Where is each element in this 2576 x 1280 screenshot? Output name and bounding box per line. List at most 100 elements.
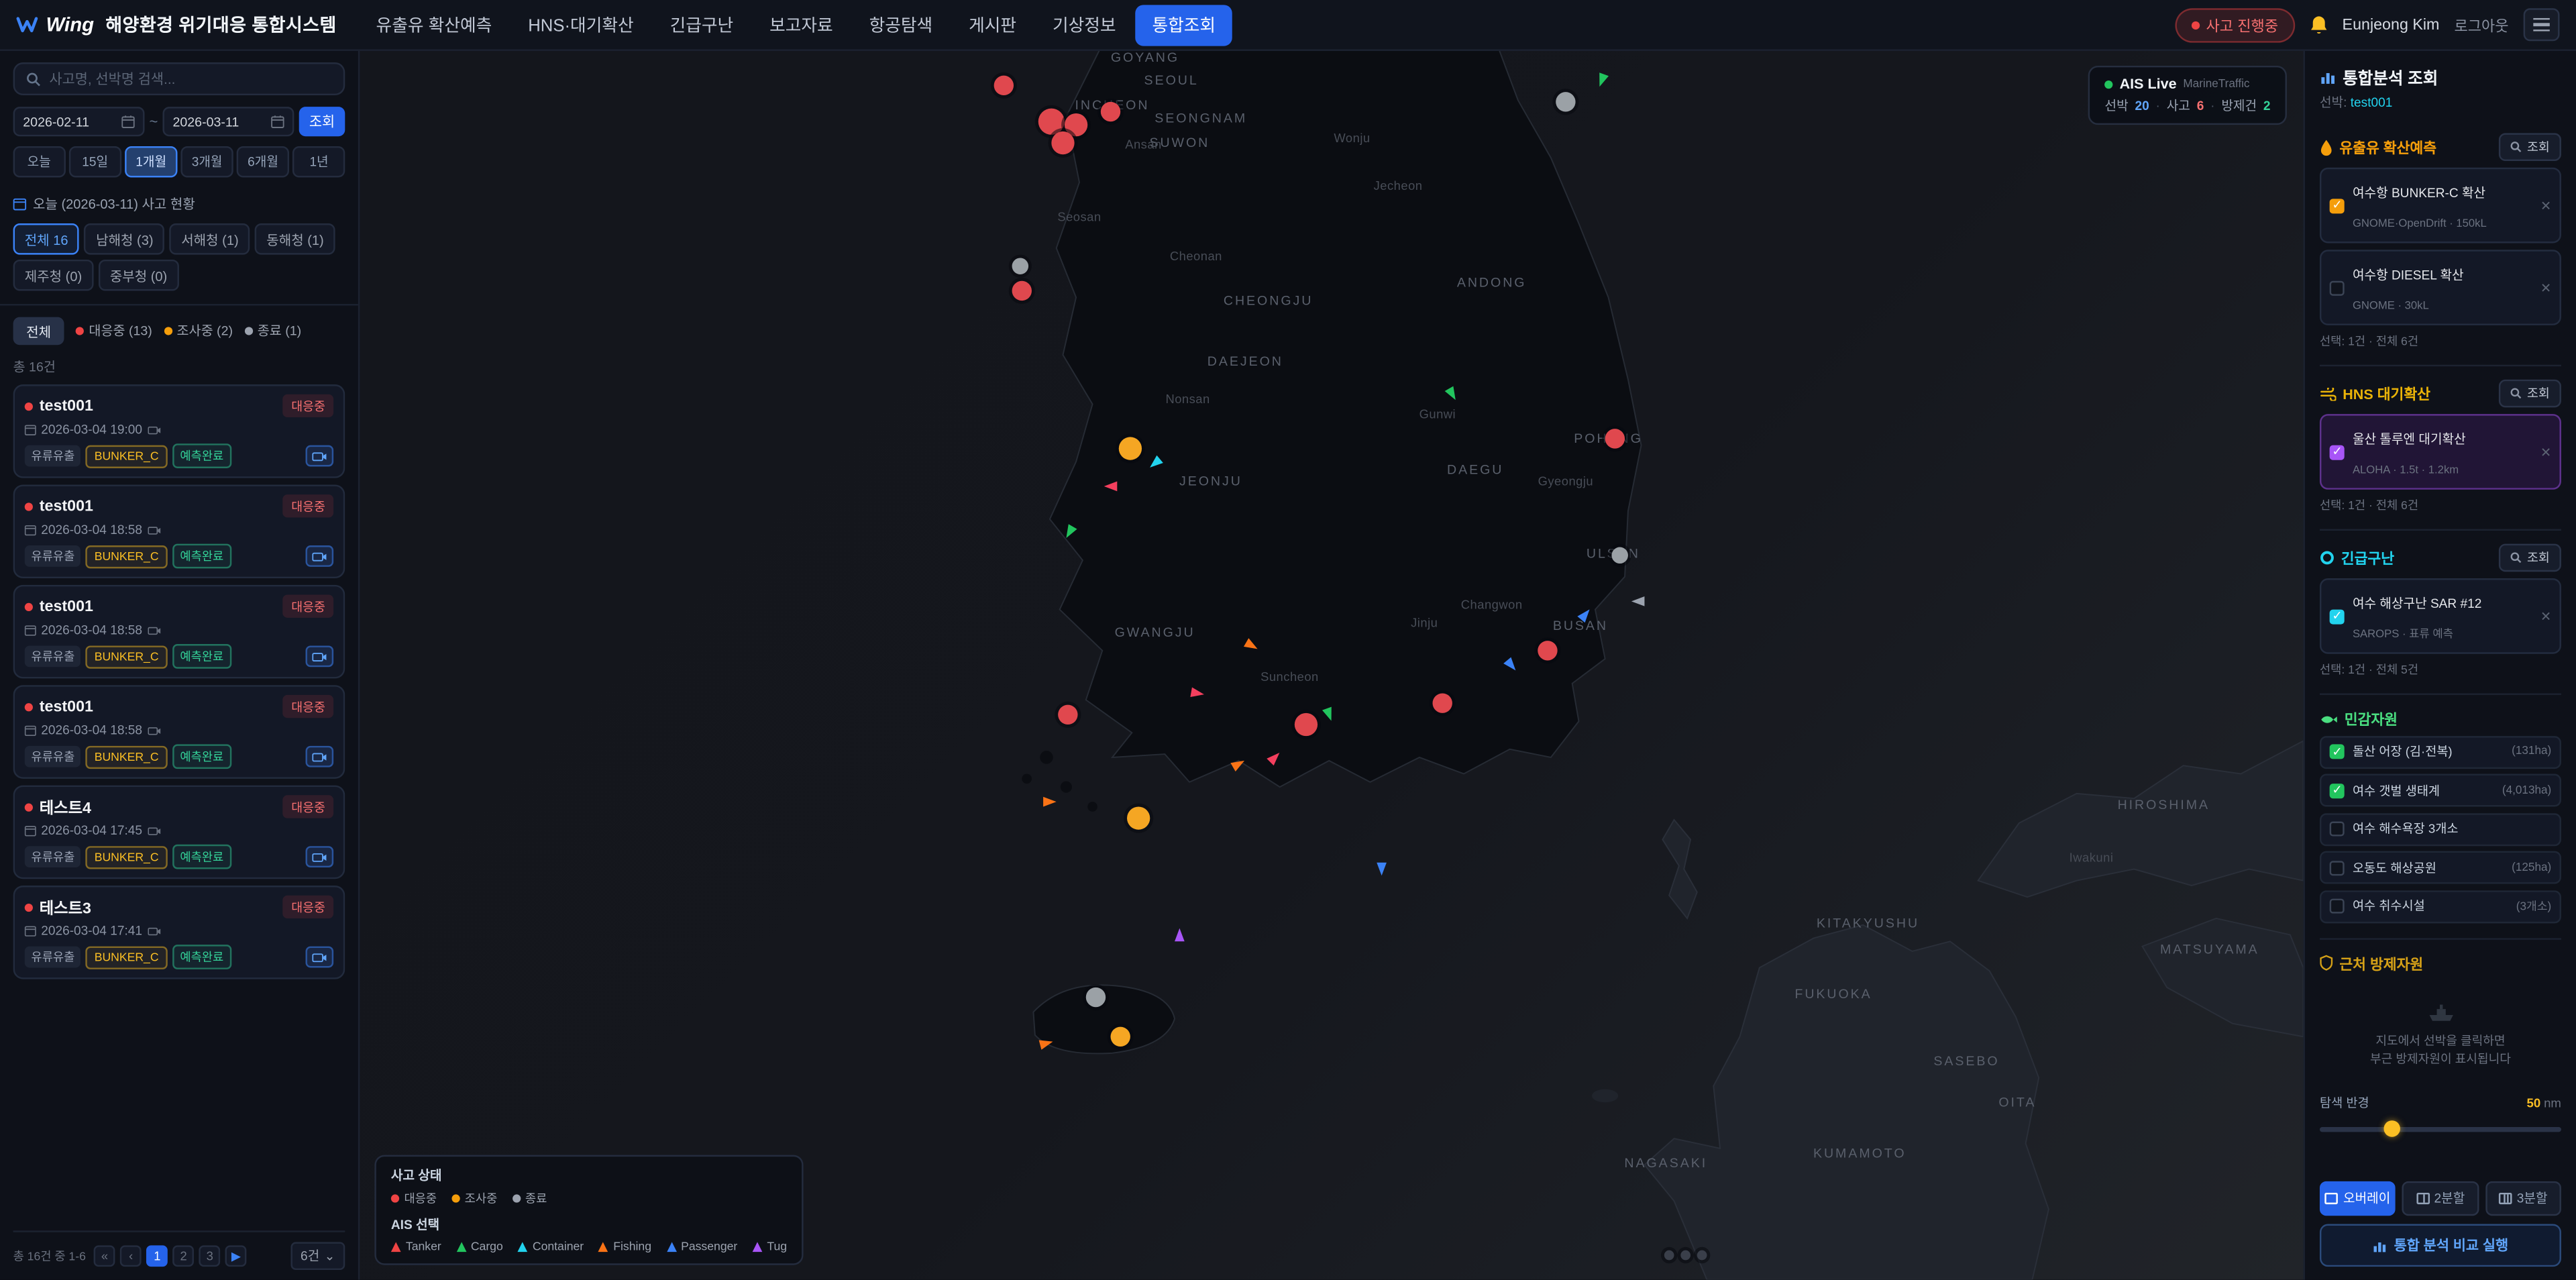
hns-query-button[interactable]: 조회 xyxy=(2499,380,2561,408)
legend-ais-item[interactable]: Cargo xyxy=(456,1239,503,1254)
map-incident-marker[interactable] xyxy=(1538,641,1557,660)
incident-card[interactable]: test001 대응중 2026-03-04 18:58 유류유출 BUNKER… xyxy=(13,685,345,779)
resource-row[interactable]: 돌산 어장 (김·전복) (131ha) xyxy=(2320,735,2561,768)
close-icon[interactable]: ✕ xyxy=(2540,198,2551,213)
legend-status-item[interactable]: 대응중 xyxy=(391,1190,437,1206)
view-split2-button[interactable]: 2분할 xyxy=(2402,1181,2478,1216)
incident-video-button[interactable] xyxy=(306,645,334,667)
scenario-checkbox[interactable] xyxy=(2330,198,2345,213)
range-button[interactable]: 1개월 xyxy=(125,146,177,178)
map-vessel-marker[interactable] xyxy=(1595,72,1609,88)
map-vessel-marker[interactable] xyxy=(1322,707,1336,723)
range-button[interactable]: 6개월 xyxy=(237,146,288,178)
range-button[interactable]: 3개월 xyxy=(181,146,233,178)
map-vessel-marker[interactable] xyxy=(1267,749,1283,765)
range-button[interactable]: 1년 xyxy=(293,146,345,178)
nav-item-3[interactable]: 보고자료 xyxy=(753,4,850,45)
hamburger-menu-button[interactable] xyxy=(2524,8,2560,41)
date-query-button[interactable]: 조회 xyxy=(299,107,345,136)
map-vessel-marker[interactable] xyxy=(1190,688,1205,700)
oil-query-button[interactable]: 조회 xyxy=(2499,133,2561,161)
nav-item-7[interactable]: 통합조회 xyxy=(1136,4,1232,45)
map-vessel-marker[interactable] xyxy=(1377,863,1387,876)
sar-query-button[interactable]: 조회 xyxy=(2499,544,2561,572)
map-incident-marker[interactable] xyxy=(1119,437,1142,460)
map-vessel-marker[interactable] xyxy=(1062,524,1077,540)
map-incident-marker[interactable] xyxy=(1058,705,1077,725)
map-incident-marker[interactable] xyxy=(1697,1250,1707,1261)
map-incident-marker[interactable] xyxy=(1012,258,1028,274)
incident-video-button[interactable] xyxy=(306,445,334,467)
logout-button[interactable]: 로그아웃 xyxy=(2454,14,2508,36)
hns-scenario-item[interactable]: 울산 톨루엔 대기확산 ALOHA · 1.5t · 1.2km ✕ xyxy=(2320,414,2561,490)
region-chip[interactable]: 제주청 (0) xyxy=(13,260,94,291)
legend-status-item[interactable]: 종료 xyxy=(512,1190,547,1206)
legend-ais-item[interactable]: Tanker xyxy=(391,1239,441,1254)
oil-scenario-item[interactable]: 여수항 BUNKER-C 확산 GNOME·OpenDrift · 150kL … xyxy=(2320,168,2561,244)
incident-card[interactable]: test001 대응중 2026-03-04 18:58 유류유출 BUNKER… xyxy=(13,484,345,578)
incident-video-button[interactable] xyxy=(306,746,334,767)
date-to-field[interactable]: 2026-03-11 xyxy=(163,107,294,136)
map-vessel-marker[interactable] xyxy=(1043,797,1057,807)
first-page-button[interactable]: « xyxy=(94,1245,115,1267)
map-incident-marker[interactable] xyxy=(1111,1027,1130,1047)
resource-row[interactable]: 여수 해수욕장 3개소 xyxy=(2320,812,2561,845)
nav-item-1[interactable]: HNS·대기확산 xyxy=(512,4,650,45)
close-icon[interactable]: ✕ xyxy=(2540,444,2551,459)
map-incident-marker[interactable] xyxy=(994,76,1014,95)
map-incident-marker[interactable] xyxy=(1433,693,1452,712)
region-chip[interactable]: 서해청 (1) xyxy=(170,223,250,255)
map-vessel-marker[interactable] xyxy=(1631,596,1645,606)
slider-thumb[interactable] xyxy=(2384,1121,2400,1137)
map-incident-marker[interactable] xyxy=(1038,109,1065,135)
incident-card[interactable]: test001 대응중 2026-03-04 18:58 유류유출 BUNKER… xyxy=(13,585,345,679)
incident-card[interactable]: 테스트3 대응중 2026-03-04 17:41 유류유출 BUNKER_C … xyxy=(13,886,345,979)
map-incident-marker[interactable] xyxy=(1012,281,1032,301)
bell-icon[interactable] xyxy=(2310,15,2328,34)
map-incident-marker[interactable] xyxy=(1605,429,1625,448)
map-vessel-marker[interactable] xyxy=(1104,482,1118,492)
close-icon[interactable]: ✕ xyxy=(2540,608,2551,623)
nav-item-0[interactable]: 유출유 확산예측 xyxy=(360,4,508,45)
incident-video-button[interactable] xyxy=(306,947,334,968)
incident-inprogress-badge[interactable]: 사고 진행중 xyxy=(2175,7,2295,42)
region-chip[interactable]: 동해청 (1) xyxy=(255,223,335,255)
status-filter[interactable]: 대응중 (13) xyxy=(76,322,152,340)
map-vessel-marker[interactable] xyxy=(1230,757,1246,772)
view-split3-button[interactable]: 3분할 xyxy=(2485,1181,2561,1216)
close-icon[interactable]: ✕ xyxy=(2540,280,2551,295)
radius-slider[interactable] xyxy=(2320,1121,2561,1137)
incident-card[interactable]: 테스트4 대응중 2026-03-04 17:45 유류유출 BUNKER_C … xyxy=(13,786,345,879)
map-vessel-marker[interactable] xyxy=(1445,386,1460,403)
map-vessel-marker[interactable] xyxy=(1244,638,1260,653)
nav-item-4[interactable]: 항공탐색 xyxy=(853,4,949,45)
map-incident-marker[interactable] xyxy=(1680,1250,1690,1261)
map-incident-marker[interactable] xyxy=(1556,92,1575,111)
date-from-field[interactable]: 2026-02-11 xyxy=(13,107,145,136)
map-incident-marker[interactable] xyxy=(1051,131,1074,154)
map-incident-marker[interactable] xyxy=(1086,988,1106,1007)
legend-ais-item[interactable]: Passenger xyxy=(666,1239,737,1254)
scenario-checkbox[interactable] xyxy=(2330,444,2345,459)
page-button-3[interactable]: 3 xyxy=(199,1245,221,1267)
next-page-button[interactable]: ▶ xyxy=(225,1245,247,1267)
legend-ais-item[interactable]: Container xyxy=(518,1239,584,1254)
resource-checkbox[interactable] xyxy=(2330,821,2345,836)
map-incident-marker[interactable] xyxy=(1295,713,1318,736)
resource-row[interactable]: 여수 취수시설 (3개소) xyxy=(2320,890,2561,922)
legend-ais-item[interactable]: Fishing xyxy=(598,1239,651,1254)
prev-page-button[interactable]: ‹ xyxy=(120,1245,142,1267)
incident-video-button[interactable] xyxy=(306,545,334,567)
map-vessel-marker[interactable] xyxy=(1175,928,1185,942)
map-incident-marker[interactable] xyxy=(1101,102,1120,121)
legend-status-item[interactable]: 조사중 xyxy=(451,1190,497,1206)
page-button-2[interactable]: 2 xyxy=(173,1245,195,1267)
app-logo[interactable]: Wing 해양환경 위기대응 통합시스템 xyxy=(16,11,336,38)
resource-checkbox[interactable] xyxy=(2330,860,2345,875)
nav-item-6[interactable]: 기상정보 xyxy=(1036,4,1132,45)
nav-item-5[interactable]: 게시판 xyxy=(953,4,1033,45)
view-overlay-button[interactable]: 오버레이 xyxy=(2320,1181,2396,1216)
resource-row[interactable]: 오동도 해상공원 (125ha) xyxy=(2320,851,2561,884)
incident-card[interactable]: test001 대응중 2026-03-04 19:00 유류유출 BUNKER… xyxy=(13,384,345,478)
scenario-checkbox[interactable] xyxy=(2330,608,2345,623)
